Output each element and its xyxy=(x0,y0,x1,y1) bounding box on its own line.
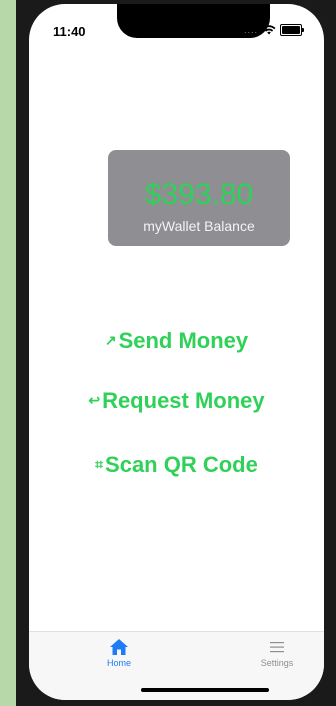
battery-icon xyxy=(280,24,304,36)
qr-scan-icon: ⌗ xyxy=(95,456,104,472)
home-icon xyxy=(110,639,128,655)
balance-amount: $393.80 xyxy=(144,178,254,211)
balance-card: $393.80 myWallet Balance xyxy=(108,150,290,246)
balance-label: myWallet Balance xyxy=(143,218,255,234)
share-arrow-icon: ↗ xyxy=(104,332,117,348)
background-strip xyxy=(0,0,16,706)
reply-arrow-icon: ↩ xyxy=(88,392,101,408)
status-indicators: .... xyxy=(243,24,304,36)
wifi-icon xyxy=(262,25,276,35)
tab-settings[interactable]: Settings xyxy=(247,638,307,668)
tab-settings-label: Settings xyxy=(260,658,294,668)
scan-qr-button[interactable]: ⌗Scan QR Code xyxy=(29,452,324,478)
tab-bar: Home Settings xyxy=(29,631,324,700)
home-indicator xyxy=(141,688,269,692)
request-money-button[interactable]: ↩Request Money xyxy=(29,388,324,414)
scan-qr-label: Scan QR Code xyxy=(105,452,258,477)
phone-frame: 11:40 .... $393.80 myWallet Balance ↗Sen… xyxy=(16,0,336,706)
tab-home-label: Home xyxy=(106,658,131,668)
send-money-button[interactable]: ↗Send Money xyxy=(29,328,324,354)
menu-icon xyxy=(270,642,284,653)
signal-icon: .... xyxy=(243,25,258,35)
battery-tip xyxy=(302,28,304,32)
request-money-label: Request Money xyxy=(102,388,265,413)
send-money-label: Send Money xyxy=(118,328,249,353)
battery-level xyxy=(282,26,300,34)
tab-home[interactable]: Home xyxy=(89,638,149,668)
status-time: 11:40 xyxy=(53,24,86,39)
app-screen: 11:40 .... $393.80 myWallet Balance ↗Sen… xyxy=(29,4,324,700)
